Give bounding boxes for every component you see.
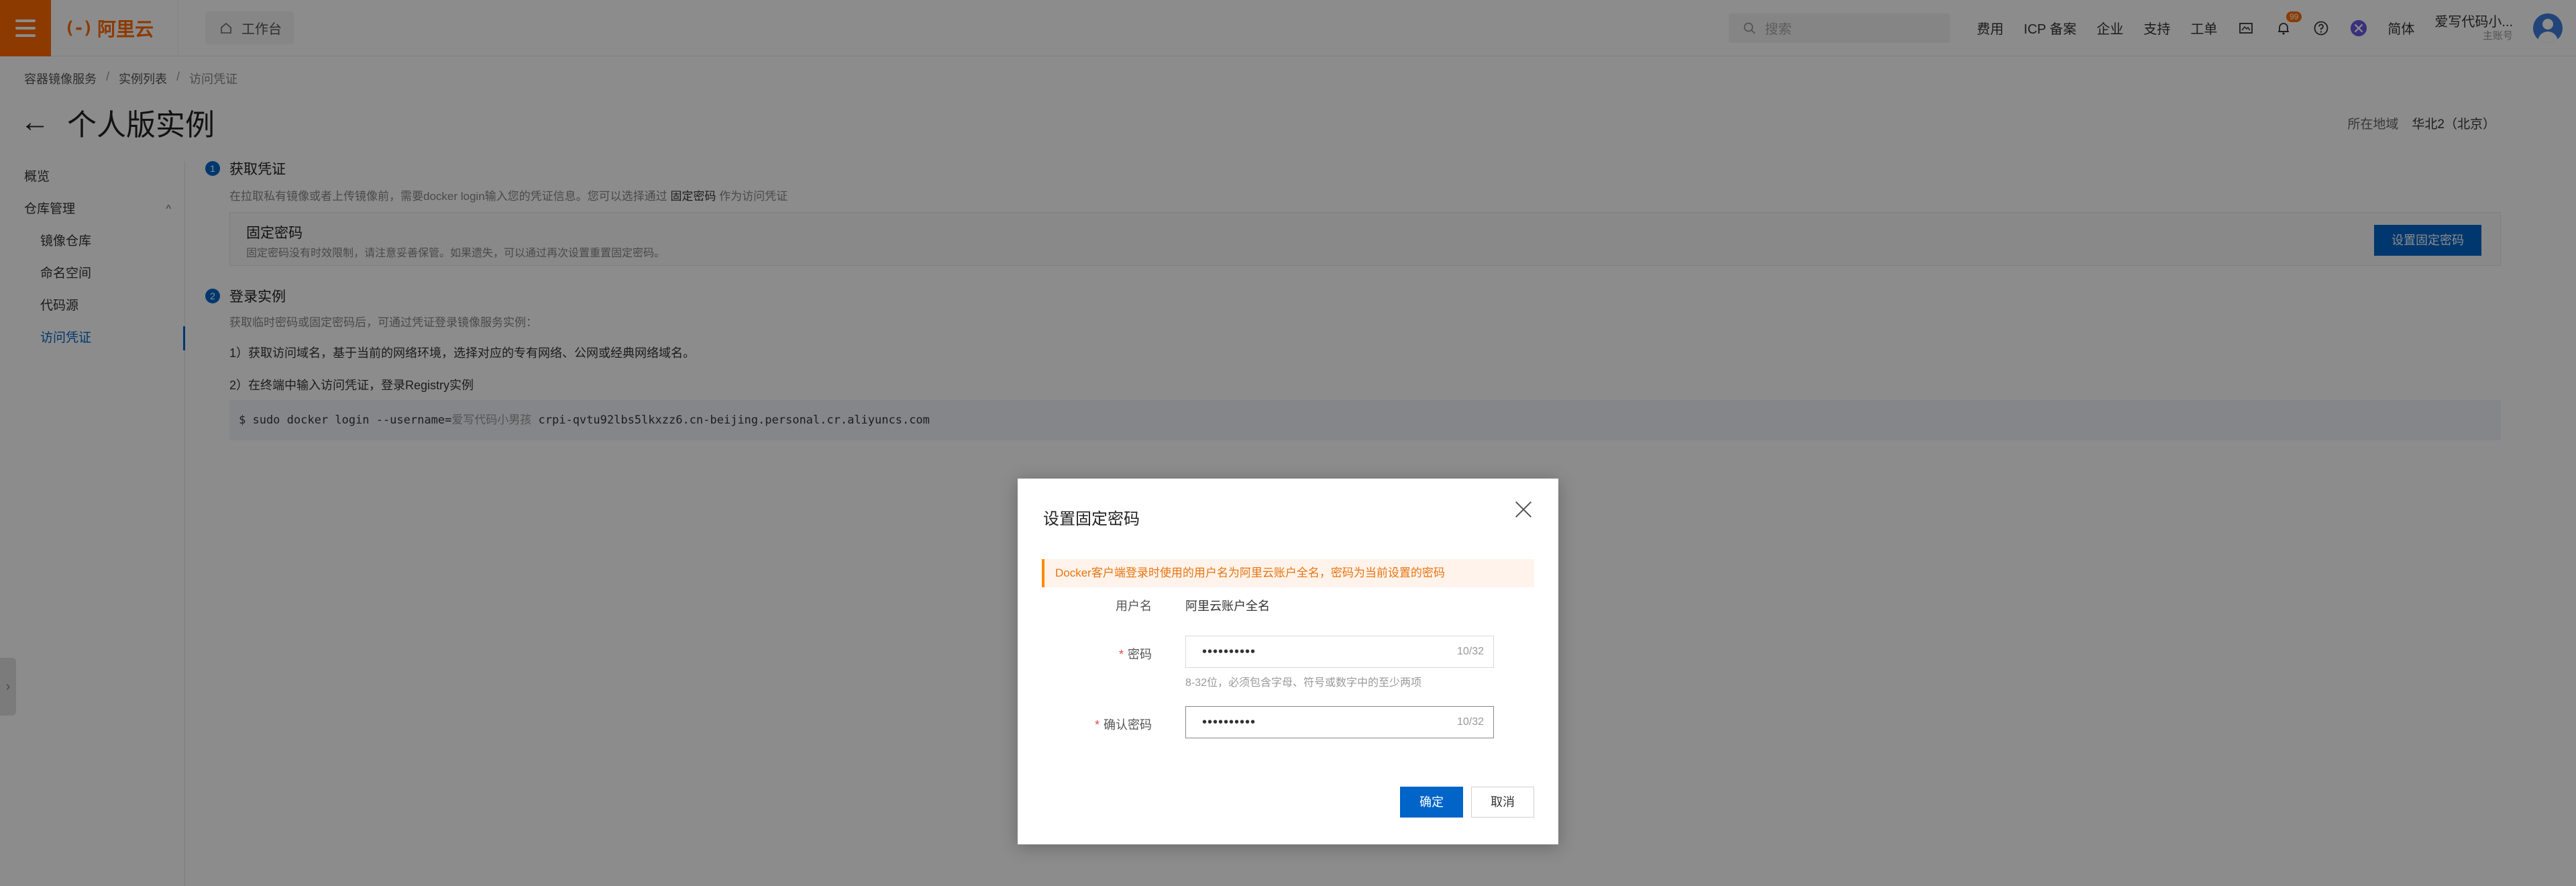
password-label-text: 密码: [1128, 648, 1152, 661]
confirm-button[interactable]: 确定: [1400, 787, 1463, 818]
username-label: 用户名: [1116, 599, 1152, 613]
confirm-label-text: 确认密码: [1104, 718, 1152, 732]
set-password-dialog: 设置固定密码 Docker客户端登录时使用的用户名为阿里云账户全名，密码为当前设…: [1018, 479, 1558, 844]
confirm-password-field[interactable]: •••••••••• 10/32: [1185, 706, 1494, 738]
cancel-button[interactable]: 取消: [1471, 787, 1534, 818]
dialog-title: 设置固定密码: [1043, 510, 1140, 528]
confirm-value: ••••••••••: [1202, 715, 1256, 730]
username-value: 阿里云账户全名: [1185, 599, 1270, 613]
password-label: * 密码: [1018, 645, 1152, 662]
password-hint: 8-32位，必须包含字母、符号或数字中的至少两项: [1185, 677, 1422, 689]
close-icon[interactable]: [1513, 499, 1534, 520]
password-field[interactable]: •••••••••• 10/32: [1185, 636, 1494, 668]
alert-message: Docker客户端登录时使用的用户名为阿里云账户全名，密码为当前设置的密码: [1042, 559, 1534, 587]
required-mark: *: [1118, 648, 1124, 661]
confirm-char-count: 10/32: [1456, 716, 1484, 728]
password-char-count: 10/32: [1456, 646, 1484, 657]
required-mark: *: [1094, 718, 1099, 732]
password-value: ••••••••••: [1202, 644, 1256, 659]
confirm-password-label: * 确认密码: [1018, 716, 1152, 733]
